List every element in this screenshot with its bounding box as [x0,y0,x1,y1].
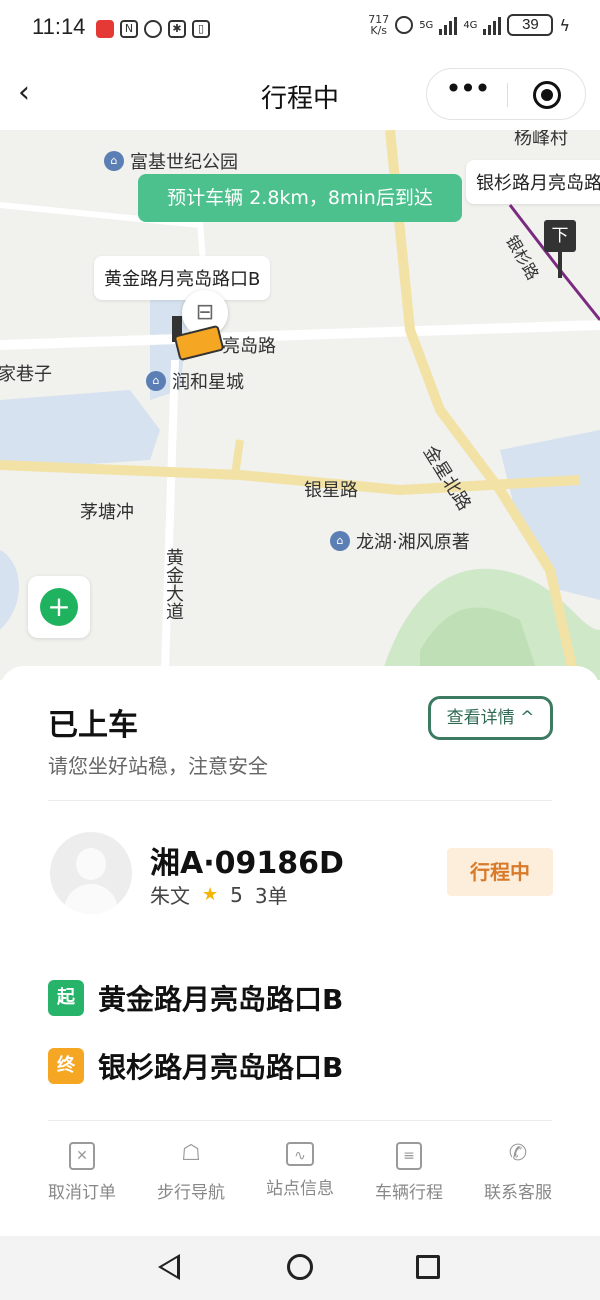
map-poi-longhu[interactable]: ⌂ 龙湖·湘风原著 [330,528,470,554]
driver-orders: 3单 [254,884,288,908]
system-recents-icon[interactable] [416,1255,440,1279]
status-right-icons: 717 K/s 5G 4G 39 ϟ [368,14,570,36]
start-stop: 黄金路月亮岛路口B [98,983,344,1016]
system-home-icon[interactable] [287,1254,313,1280]
action-label: 车辆行程 [375,1183,443,1203]
action-label: 步行导航 [157,1183,225,1203]
cancel-order-button[interactable]: ✕ 取消订单 [28,1136,136,1216]
home-pin-icon: ⌂ [104,151,124,171]
driver-rating: 5 [230,882,243,907]
vibrate-icon: ▯ [192,20,210,38]
license-plate: 湘A·09186D [150,846,344,881]
notification-app-icon [96,20,114,38]
end-tag: 终 [48,1048,84,1084]
view-details-button[interactable]: 查看详情 ^ [428,696,553,740]
station-info-icon: ∿ [286,1142,314,1166]
cancel-order-icon: ✕ [69,1142,95,1170]
dropoff-marker-stem [558,252,562,278]
action-label: 站点信息 [266,1179,334,1199]
start-tag: 起 [48,980,84,1016]
trip-status-subtitle: 请您坐好站稳，注意安全 [48,754,268,778]
vehicle-trip-icon: ≡ [396,1142,422,1170]
signal-5g-label: 5G [419,19,434,31]
signal-bars-icon [439,15,458,35]
avatar-head [76,848,106,880]
avatar-body [64,884,118,914]
status-time: 11:14 [32,14,86,39]
system-back-icon[interactable] [158,1254,180,1280]
status-notification-icons: N ✱ ▯ [96,18,210,40]
map-poi-runhe[interactable]: ⌂ 润和星城 [146,368,244,394]
nav-bar: ‹ 行程中 ••• [0,60,600,130]
driver-name: 朱文 [150,884,190,908]
action-label: 取消订单 [48,1183,116,1203]
end-stop: 银杉路月亮岛路口B [98,1051,344,1084]
walking-navigation-button[interactable]: ☖ 步行导航 [137,1136,245,1216]
map-road-huangjin-avenue: 黄金大道 [163,548,184,620]
signal-bars-icon [483,15,502,35]
map-place-jia-alley: 家巷子 [0,364,52,385]
nfc-icon: N [120,20,138,38]
home-pin-icon: ⌂ [330,531,350,551]
signal-4g-label: 4G [463,19,478,31]
trip-sheet: 已上车 请您坐好站稳，注意安全 查看详情 ^ 湘A·09186D 朱文 ★ 5 … [0,666,600,1236]
map-place-maotangchong: 茅塘冲 [80,502,134,523]
net-speed-unit: K/s [370,24,388,37]
target-icon[interactable] [507,69,587,121]
target-dot [541,89,553,101]
map-poi-label: 润和星城 [172,372,244,393]
dropoff-marker[interactable]: 下 [544,220,576,252]
home-pin-icon: ⌂ [146,371,166,391]
map-view[interactable]: 杨峰村 ⌂ 富基世纪公园 ⌂ 润和星城 ⌂ 龙湖·湘风原著 家巷子 茅塘冲 亮岛… [0,130,600,680]
status-badge: 行程中 [447,848,553,896]
system-nav-bar [0,1236,600,1300]
eta-bubble: 预计车辆 2.8km，8min后到达 [138,174,462,222]
hotspot-icon [395,16,414,34]
walking-icon: ☖ [181,1141,201,1166]
station-info-button[interactable]: ∿ 站点信息 [246,1136,354,1216]
bluetooth-icon: ✱ [168,20,186,38]
avatar [50,832,132,914]
map-poi-label: 龙湖·湘风原著 [356,532,470,553]
map-poi-label: 富基世纪公园 [130,152,238,173]
more-dots-icon[interactable]: ••• [427,69,507,121]
status-bar: 11:14 N ✱ ▯ 717 K/s 5G 4G 39 ϟ [0,0,600,60]
mini-program-capsule: ••• [426,68,586,120]
vehicle-trip-button[interactable]: ≡ 车辆行程 [355,1136,463,1216]
trip-status-title: 已上车 [48,708,138,743]
phone-icon: ✆ [508,1141,528,1166]
plus-icon: + [40,588,78,626]
map-place-yangfeng: 杨峰村 [514,130,568,149]
contact-service-button[interactable]: ✆ 联系客服 [464,1136,572,1216]
charging-icon: ϟ [559,15,570,35]
dropoff-stop-bubble[interactable]: 银杉路月亮岛路 [466,160,600,204]
pickup-stop-bubble[interactable]: 黄金路月亮岛路口B [94,256,271,300]
battery-level: 39 [507,14,554,36]
route-end: 终 银杉路月亮岛路口B [48,1046,343,1086]
driver-info: 朱文 ★ 5 3单 [150,880,288,909]
star-icon: ★ [202,884,219,905]
action-bar: ✕ 取消订单 ☖ 步行导航 ∿ 站点信息 ≡ 车辆行程 ✆ 联系客服 [28,1136,572,1216]
route-start: 起 黄金路月亮岛路口B [48,978,343,1018]
divider [48,1120,552,1121]
net-speed: 717 K/s [368,14,389,36]
alarm-icon [144,20,162,38]
map-poi-fuji-park[interactable]: ⌂ 富基世纪公园 [104,148,238,174]
zoom-in-button[interactable]: + [28,576,90,638]
map-road-moon-island: 亮岛路 [222,336,276,357]
map-road-yinxing: 银星路 [304,480,358,501]
divider [48,800,552,801]
action-label: 联系客服 [484,1183,552,1203]
